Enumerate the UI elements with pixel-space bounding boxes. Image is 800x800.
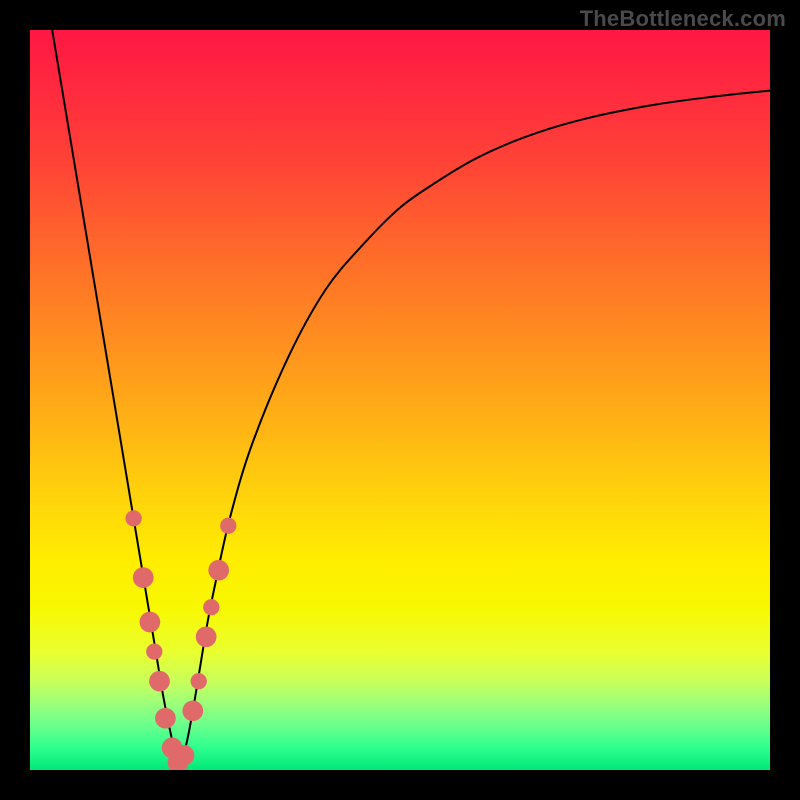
data-marker — [125, 510, 141, 526]
data-marker — [191, 673, 207, 689]
chart-frame: TheBottleneck.com — [0, 0, 800, 800]
data-marker — [140, 612, 161, 633]
data-marker — [182, 700, 203, 721]
data-marker — [208, 560, 229, 581]
data-marker — [220, 518, 236, 534]
data-marker — [155, 708, 176, 729]
data-marker — [149, 671, 170, 692]
data-marker — [146, 643, 162, 659]
curve-svg — [30, 30, 770, 770]
data-marker — [196, 626, 217, 647]
markers-group — [125, 510, 236, 770]
plot-area — [30, 30, 770, 770]
data-marker — [203, 599, 219, 615]
data-marker — [133, 567, 154, 588]
watermark-text: TheBottleneck.com — [580, 6, 786, 32]
data-marker — [174, 745, 195, 766]
